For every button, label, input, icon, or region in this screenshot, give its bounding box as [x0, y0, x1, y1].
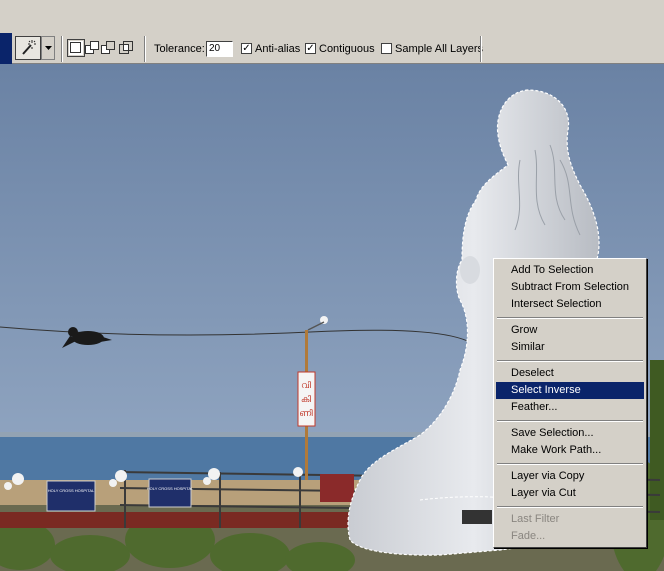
sample-all-layers-label: Sample All Layers — [395, 43, 484, 55]
antialias-checkbox[interactable]: ✓ — [241, 43, 252, 54]
contiguous-checkbox[interactable]: ✓ — [305, 43, 316, 54]
menu-item-make-work-path[interactable]: Make Work Path... — [496, 442, 644, 459]
menu-item-grow[interactable]: Grow — [496, 322, 644, 339]
tolerance-input[interactable]: 20 — [206, 41, 233, 57]
menu-item-last-filter: Last Filter — [511, 513, 560, 525]
menu-item-layer-via-cut[interactable]: Layer via Cut — [496, 485, 644, 502]
menu-separator — [497, 420, 643, 422]
subtract-from-selection-icon[interactable] — [101, 41, 115, 55]
intersect-selection-icon[interactable] — [119, 41, 133, 55]
street-sign-text: വി — [301, 380, 311, 391]
separator — [480, 36, 482, 62]
menu-item-similar[interactable]: Similar — [496, 339, 644, 356]
sample-all-layers-checkbox[interactable] — [381, 43, 392, 54]
plaque — [462, 510, 492, 524]
menu-item-fade: Fade... — [511, 530, 546, 542]
menu-separator — [497, 463, 643, 465]
menu-item-add-to-selection[interactable]: Add To Selection — [496, 262, 644, 279]
add-to-selection-icon[interactable] — [85, 41, 99, 55]
magic-wand-icon — [22, 40, 36, 55]
menu-item-intersect-selection[interactable]: Intersect Selection — [496, 296, 644, 313]
menu-separator — [497, 360, 643, 362]
billboard-right-text: HOLY CROSS HOSPITAL — [147, 486, 194, 491]
menu-item-save-selection[interactable]: Save Selection... — [496, 425, 644, 442]
chevron-down-icon — [44, 46, 52, 50]
billboard-left — [46, 480, 96, 512]
tool-preset-picker[interactable] — [15, 36, 41, 60]
menu-separator — [497, 317, 643, 319]
svg-text:ണി: ണി — [299, 408, 313, 419]
toolbar-edge — [0, 33, 12, 64]
menu-item-subtract-from-selection[interactable]: Subtract From Selection — [496, 279, 644, 296]
menu-item-deselect[interactable]: Deselect — [496, 365, 644, 382]
billboard-left-text: HOLY CROSS HOSPITAL — [48, 488, 95, 493]
tolerance-label: Tolerance: — [154, 43, 205, 55]
separator — [61, 36, 63, 62]
contiguous-label: Contiguous — [319, 43, 375, 55]
new-selection-icon[interactable] — [67, 39, 85, 57]
options-bar: Tolerance: 20 ✓ Anti-alias ✓ Contiguous … — [0, 0, 664, 64]
tree — [650, 360, 664, 520]
svg-text:കി: കി — [301, 394, 311, 405]
tool-preset-dropdown[interactable] — [41, 36, 55, 60]
menu-item-feather[interactable]: Feather... — [496, 399, 644, 416]
menu-item-select-inverse[interactable]: Select Inverse — [496, 382, 644, 399]
antialias-label: Anti-alias — [255, 43, 301, 55]
selection-context-menu: Add To Selection Subtract From Selection I… — [493, 258, 647, 548]
red-billboard — [320, 474, 354, 502]
billboard-right — [148, 478, 192, 508]
separator — [144, 36, 146, 62]
menu-separator — [497, 506, 643, 508]
menu-item-layer-via-copy[interactable]: Layer via Copy — [496, 468, 644, 485]
red-wall — [0, 512, 360, 528]
